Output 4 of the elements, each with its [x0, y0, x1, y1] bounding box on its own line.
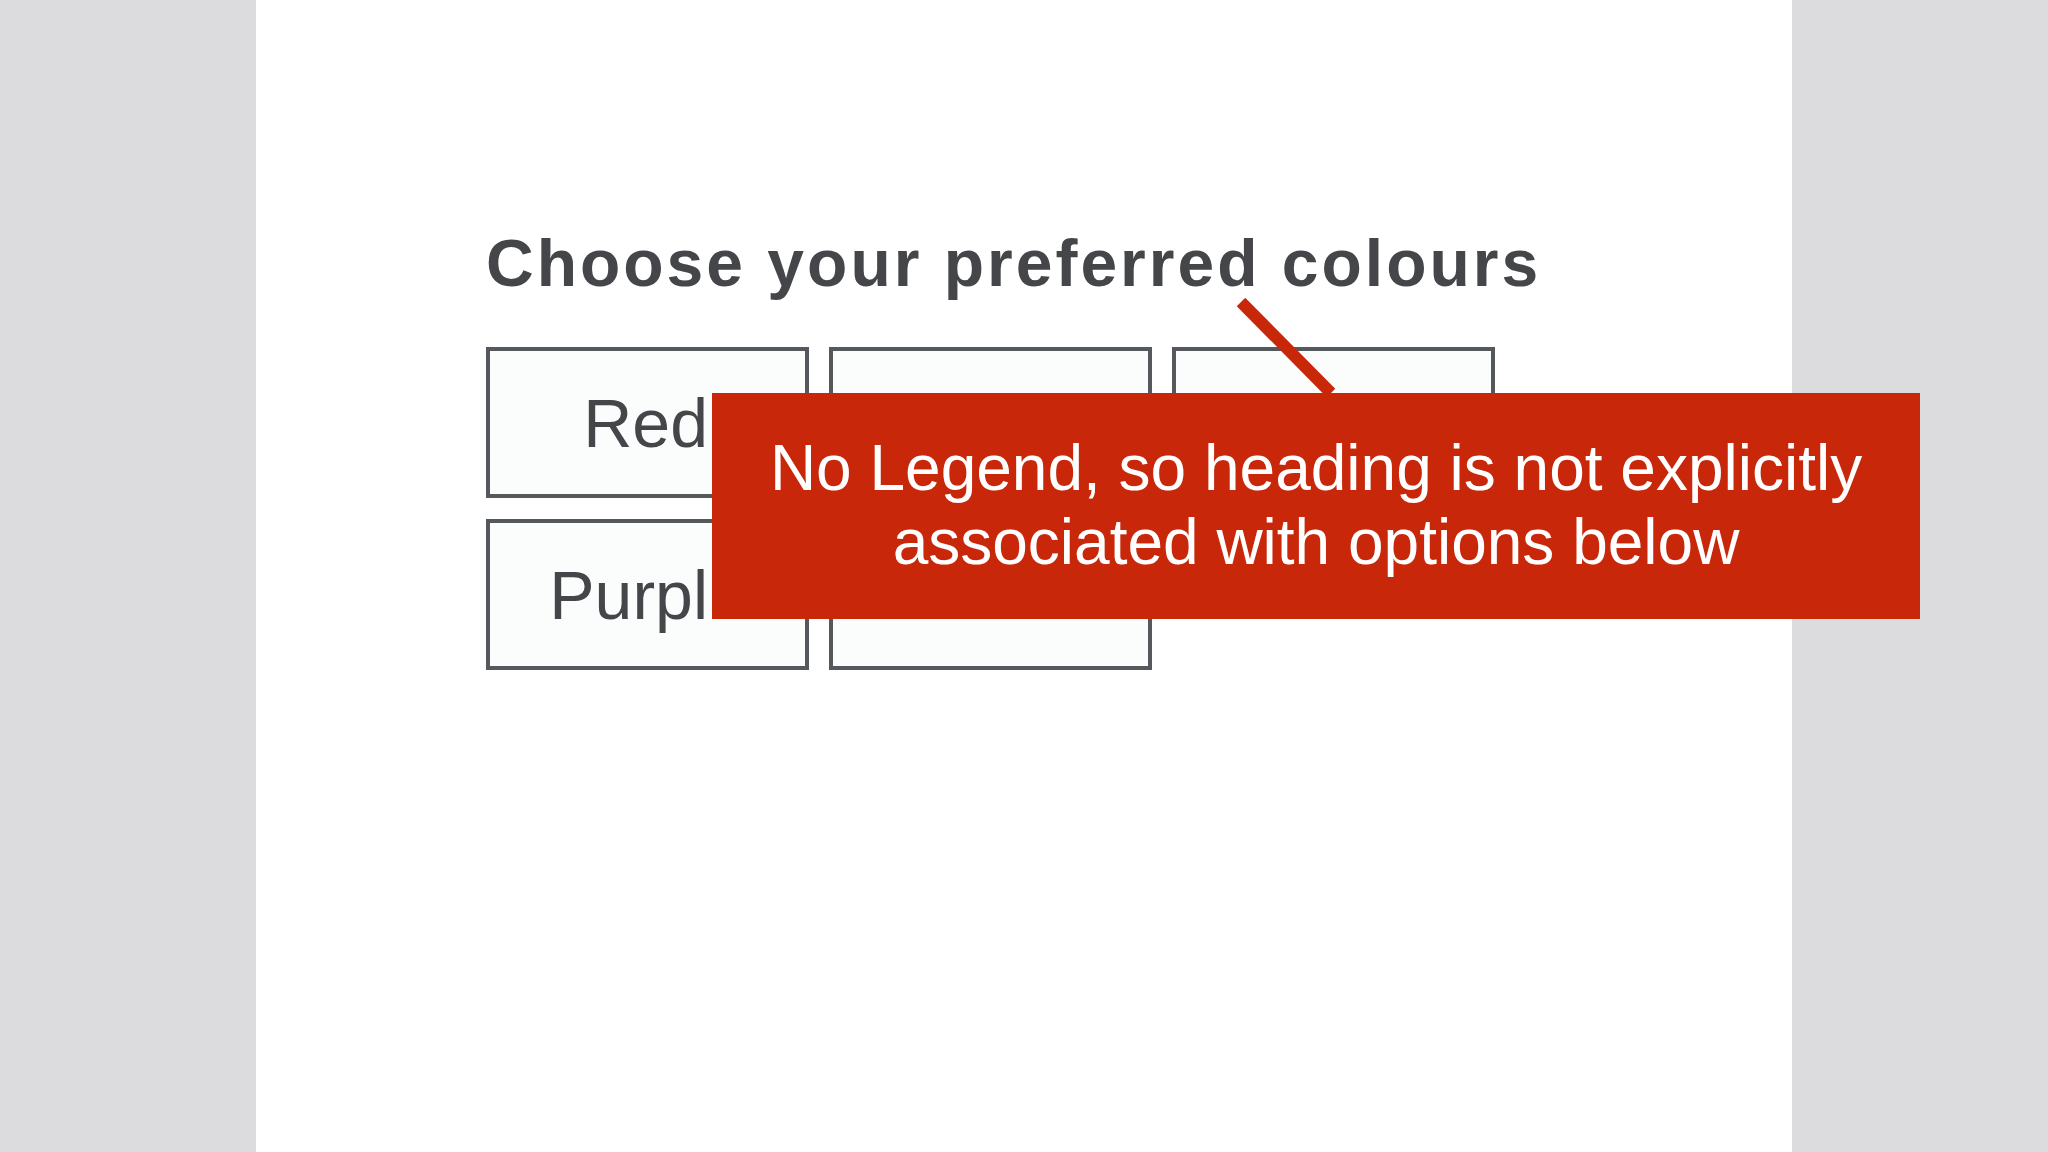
option-button[interactable] [829, 618, 1152, 670]
option-button[interactable] [829, 347, 1152, 393]
option-button[interactable] [1172, 347, 1495, 393]
annotation-callout: No Legend, so heading is not explicitly associated with options below [712, 393, 1920, 619]
